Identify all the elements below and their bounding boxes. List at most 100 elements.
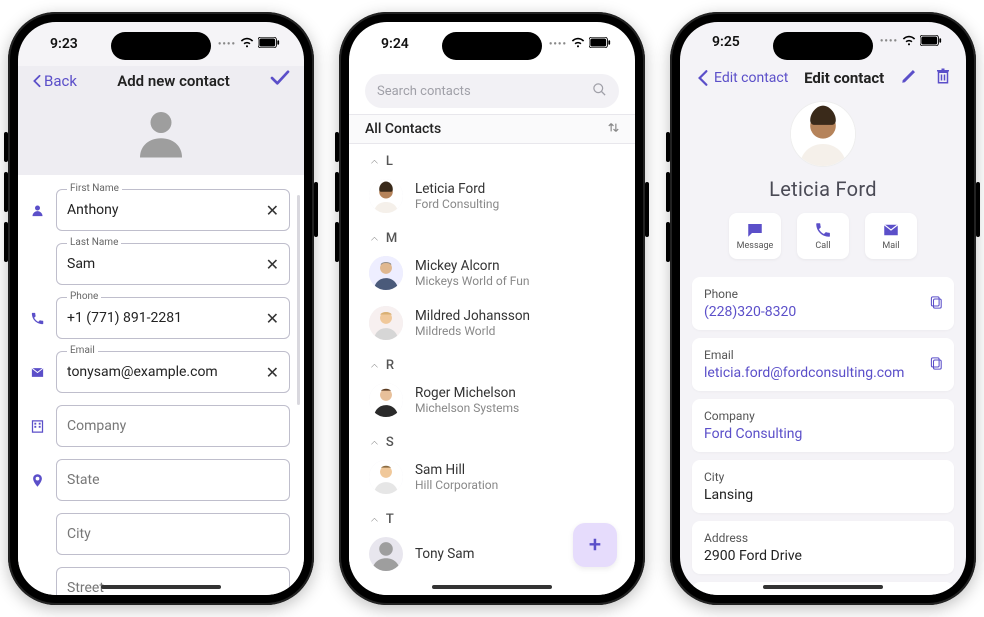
contact-row[interactable]: Leticia Ford Ford Consulting — [349, 171, 635, 221]
battery-icon — [920, 34, 942, 50]
letter-group-header[interactable]: ⌵ R — [349, 348, 635, 375]
chevron-down-icon: ⌵ — [371, 438, 378, 448]
copy-icon[interactable] — [930, 294, 944, 313]
details-list: Phone (228)320-8320 Email leticia.ford@f… — [680, 277, 966, 595]
profile-avatar[interactable] — [790, 101, 856, 167]
email-value[interactable]: leticia.ford@fordconsulting.com — [704, 365, 942, 381]
contact-subtitle: Mildreds World — [415, 324, 530, 338]
street-field[interactable]: Street — [56, 567, 290, 595]
avatar — [369, 306, 403, 340]
email-label: Email — [704, 348, 942, 362]
state-input[interactable]: State — [67, 472, 279, 488]
city-card[interactable]: City Lansing — [692, 460, 954, 513]
contact-subtitle: Ford Consulting — [415, 197, 499, 211]
back-label: Back — [44, 72, 77, 90]
person-placeholder-icon — [133, 105, 189, 161]
email-input[interactable]: tonysam@example.com — [67, 364, 266, 380]
company-card[interactable]: Company Ford Consulting — [692, 399, 954, 452]
contact-subtitle: Michelson Systems — [415, 401, 519, 415]
company-label: Company — [704, 409, 942, 423]
phone-field[interactable]: Phone +1 (771) 891-2281 ✕ — [56, 297, 290, 339]
clear-icon[interactable]: ✕ — [266, 255, 279, 274]
nav-bar: Edit contact Edit contact — [680, 61, 966, 97]
last-name-field[interactable]: Last Name Sam ✕ — [56, 243, 290, 285]
battery-icon — [589, 36, 611, 52]
location-icon — [26, 473, 48, 488]
edit-icon[interactable] — [900, 67, 918, 89]
sort-icon[interactable] — [608, 121, 619, 137]
email-field[interactable]: Email tonysam@example.com ✕ — [56, 351, 290, 393]
phone-label: Phone — [704, 287, 942, 301]
letter-label: M — [386, 231, 397, 246]
add-contact-fab[interactable]: + — [573, 523, 617, 567]
back-label: Edit contact — [714, 70, 788, 86]
letter-group-header[interactable]: ⌵ S — [349, 425, 635, 452]
chevron-down-icon: ⌵ — [371, 515, 378, 525]
contact-row[interactable]: Sam Hill Hill Corporation — [349, 452, 635, 502]
search-icon — [592, 82, 607, 101]
cellular-icon: •••• — [880, 36, 898, 47]
search-input[interactable]: Search contacts — [365, 74, 619, 108]
home-indicator[interactable] — [432, 585, 552, 589]
contact-row[interactable]: Mildred Johansson Mildreds World — [349, 298, 635, 348]
call-label: Call — [815, 241, 830, 251]
cellular-icon: •••• — [218, 39, 236, 50]
first-name-field[interactable]: First Name Anthony ✕ — [56, 189, 290, 231]
home-indicator[interactable] — [101, 585, 221, 589]
contact-row[interactable]: Roger Michelson Michelson Systems — [349, 375, 635, 425]
cellular-icon: •••• — [549, 39, 567, 50]
letter-group-header[interactable]: ⌵ L — [349, 144, 635, 171]
section-header: All Contacts — [349, 114, 635, 144]
contact-name: Mildred Johansson — [415, 308, 530, 324]
phone-card[interactable]: Phone (228)320-8320 — [692, 277, 954, 330]
contact-name: Roger Michelson — [415, 385, 519, 401]
nav-bar: Back Add new contact — [18, 66, 304, 99]
avatar-placeholder-block[interactable] — [18, 99, 304, 175]
avatar — [369, 256, 403, 290]
chevron-down-icon: ⌵ — [371, 361, 378, 371]
last-name-input[interactable]: Sam — [67, 256, 266, 272]
search-placeholder: Search contacts — [377, 84, 584, 99]
call-button[interactable]: Call — [797, 213, 849, 259]
contacts-list[interactable]: ⌵ L Leticia Ford Ford Consulting ⌵ M Mic… — [349, 144, 635, 595]
phone-input[interactable]: +1 (771) 891-2281 — [67, 310, 266, 326]
clear-icon[interactable]: ✕ — [266, 309, 279, 328]
chevron-down-icon: ⌵ — [371, 234, 378, 244]
letter-label: T — [386, 512, 394, 527]
letter-label: R — [386, 358, 394, 373]
chevron-down-icon: ⌵ — [371, 157, 378, 167]
city-input[interactable]: City — [67, 526, 279, 542]
state-field[interactable]: State — [56, 459, 290, 501]
clear-icon[interactable]: ✕ — [266, 201, 279, 220]
mail-button[interactable]: Mail — [865, 213, 917, 259]
delete-icon[interactable] — [934, 67, 952, 89]
email-card[interactable]: Email leticia.ford@fordconsulting.com — [692, 338, 954, 391]
address-card[interactable]: Address 2900 Ford Drive — [692, 521, 954, 574]
back-button[interactable]: Edit contact — [694, 69, 788, 87]
company-field[interactable]: Company — [56, 405, 290, 447]
submit-button[interactable] — [270, 70, 290, 91]
phone-contacts-list: 9:24 •••• Search contacts All Contacts ⌵… — [339, 12, 645, 605]
profile-name: Leticia Ford — [769, 177, 877, 201]
phone-value[interactable]: (228)320-8320 — [704, 304, 942, 320]
letter-label: L — [386, 154, 393, 169]
back-button[interactable]: Back — [32, 72, 77, 90]
clear-icon[interactable]: ✕ — [266, 363, 279, 382]
letter-group-header[interactable]: ⌵ M — [349, 221, 635, 248]
dynamic-island — [111, 32, 211, 60]
company-value: Ford Consulting — [704, 426, 942, 442]
battery-icon — [258, 36, 280, 52]
status-time: 9:23 — [50, 36, 78, 52]
nav-title: Edit contact — [804, 69, 884, 87]
city-field[interactable]: City — [56, 513, 290, 555]
copy-icon[interactable] — [930, 355, 944, 374]
wifi-icon — [240, 36, 254, 52]
plus-icon: + — [589, 533, 601, 558]
scrollbar[interactable] — [297, 195, 300, 405]
home-indicator[interactable] — [763, 585, 883, 589]
contact-row[interactable]: Mickey Alcorn Mickeys World of Fun — [349, 248, 635, 298]
message-button[interactable]: Message — [729, 213, 781, 259]
first-name-input[interactable]: Anthony — [67, 202, 266, 218]
avatar — [369, 179, 403, 213]
company-input[interactable]: Company — [67, 418, 279, 434]
